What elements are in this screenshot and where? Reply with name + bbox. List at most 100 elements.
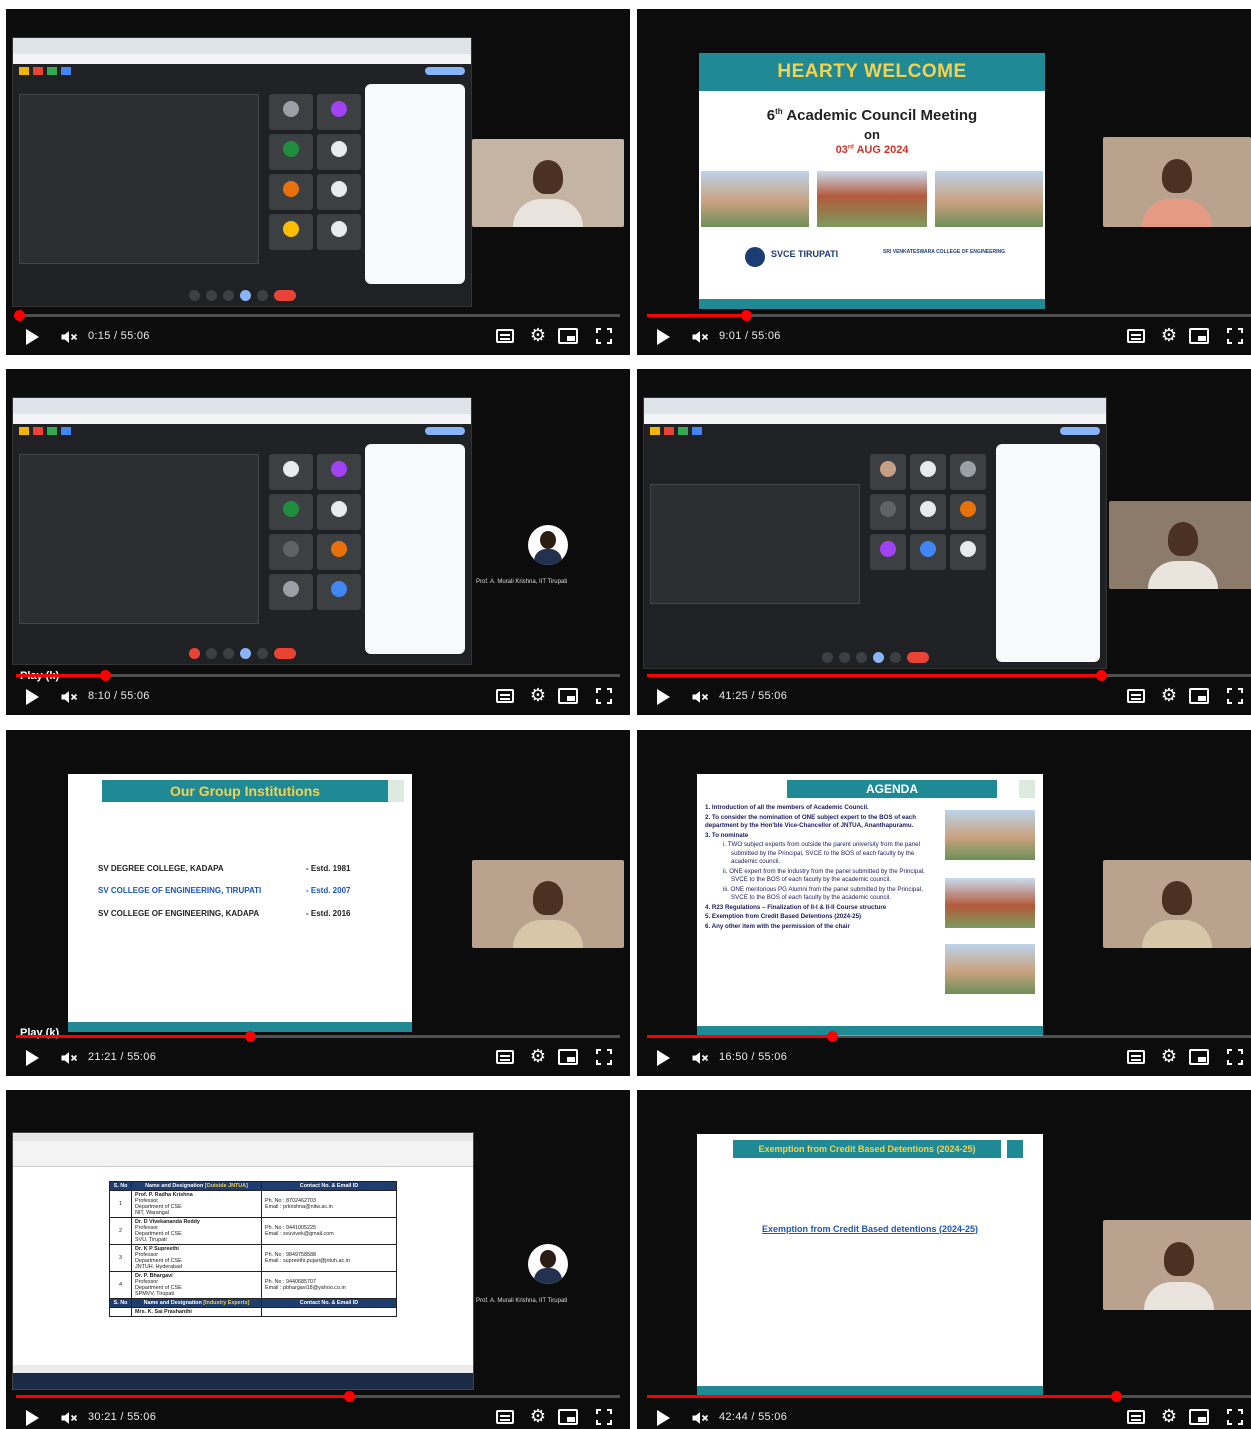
speaker-camera [1103, 137, 1251, 227]
subtitles-icon[interactable] [1127, 1050, 1145, 1064]
video-tile-5[interactable]: Our Group Institutions SV DEGREE COLLEGE… [6, 730, 630, 1076]
gear-icon[interactable]: ⚙ [1161, 686, 1177, 704]
muted-speaker-icon[interactable] [689, 327, 711, 347]
meet-toolbar [13, 284, 471, 306]
play-button[interactable] [657, 329, 670, 345]
gear-icon[interactable]: ⚙ [530, 686, 546, 704]
browser-tabs [644, 398, 1106, 414]
fullscreen-icon[interactable] [596, 1409, 612, 1425]
agenda-item: 6. Any other item with the permission of… [705, 922, 850, 930]
header-sno: S. No [109, 1181, 132, 1191]
institution-3-estd: - Estd. 2016 [306, 909, 351, 918]
participant-grid [269, 94, 361, 250]
fullscreen-icon[interactable] [1227, 1409, 1243, 1425]
subtitles-icon[interactable] [496, 329, 514, 343]
miniplayer-icon[interactable] [1189, 1409, 1209, 1425]
video-tile-2[interactable]: HEARTY WELCOME 6th Academic Council Meet… [637, 9, 1251, 355]
miniplayer-icon[interactable] [558, 328, 578, 344]
muted-speaker-icon[interactable] [58, 327, 80, 347]
agenda-subitem: i. TWO subject experts from outside the … [723, 841, 920, 865]
play-button[interactable] [26, 689, 39, 705]
slide-heading: Our Group Institutions [102, 780, 388, 802]
progress-bar[interactable] [16, 1031, 620, 1042]
play-button[interactable] [657, 1050, 670, 1066]
play-button[interactable] [26, 1050, 39, 1066]
exemption-link[interactable]: Exemption from Credit Based detentions (… [697, 1224, 1043, 1234]
meet-toolbar [644, 646, 1106, 668]
player-controls: 41:25 / 55:06 ⚙ [637, 679, 1251, 715]
time-display: 16:50 / 55:06 [719, 1051, 788, 1063]
slide-heading: Exemption from Credit Based Detentions (… [733, 1140, 1001, 1158]
video-tile-4[interactable]: 41:25 / 55:06 ⚙ [637, 369, 1251, 715]
speaker-camera [1103, 860, 1251, 948]
nested-share [19, 454, 259, 624]
fullscreen-icon[interactable] [596, 1049, 612, 1065]
progress-bar[interactable] [647, 670, 1251, 681]
agenda-slide: AGENDA 1. Introduction of all the member… [697, 774, 1043, 1036]
subtitles-icon[interactable] [1127, 329, 1145, 343]
subtitles-icon[interactable] [1127, 1410, 1145, 1424]
progress-bar[interactable] [13, 310, 620, 321]
miniplayer-icon[interactable] [558, 1409, 578, 1425]
subtitles-icon[interactable] [496, 1410, 514, 1424]
miniplayer-icon[interactable] [1189, 328, 1209, 344]
fullscreen-icon[interactable] [596, 688, 612, 704]
progress-bar[interactable] [16, 670, 620, 681]
miniplayer-icon[interactable] [558, 1049, 578, 1065]
miniplayer-icon[interactable] [558, 688, 578, 704]
fullscreen-icon[interactable] [596, 328, 612, 344]
progress-bar[interactable] [647, 310, 1251, 321]
fullscreen-icon[interactable] [1227, 688, 1243, 704]
muted-speaker-icon[interactable] [689, 1048, 711, 1068]
header-contact: Contact No. & Email ID [261, 1181, 397, 1191]
gear-icon[interactable]: ⚙ [1161, 1047, 1177, 1065]
nested-share [650, 484, 860, 604]
subtitles-icon[interactable] [1127, 689, 1145, 703]
video-tile-6[interactable]: AGENDA 1. Introduction of all the member… [637, 730, 1251, 1076]
agenda-item: 3. To nominate [705, 831, 749, 839]
document-titlebar [13, 1133, 473, 1141]
gear-icon[interactable]: ⚙ [1161, 1407, 1177, 1425]
table-row: 3 Dr. K P Supreethi Professor Department o… [109, 1244, 397, 1272]
muted-speaker-icon[interactable] [58, 1048, 80, 1068]
progress-bar[interactable] [647, 1391, 1251, 1402]
browser-tabs [13, 38, 471, 54]
subtitles-icon[interactable] [496, 1050, 514, 1064]
video-tile-8[interactable]: Exemption from Credit Based Detentions (… [637, 1090, 1251, 1429]
slide-number [1007, 1140, 1023, 1158]
fullscreen-icon[interactable] [1227, 1049, 1243, 1065]
campus-photo-3 [935, 171, 1043, 227]
gear-icon[interactable]: ⚙ [530, 1047, 546, 1065]
muted-speaker-icon[interactable] [689, 1408, 711, 1428]
play-button[interactable] [26, 1410, 39, 1426]
nested-share [19, 94, 259, 264]
toolbar-ribbon [13, 1141, 473, 1167]
meet-window [644, 424, 1106, 668]
gear-icon[interactable]: ⚙ [530, 326, 546, 344]
gear-icon[interactable]: ⚙ [530, 1407, 546, 1425]
gear-icon[interactable]: ⚙ [1161, 326, 1177, 344]
miniplayer-icon[interactable] [1189, 1049, 1209, 1065]
video-tile-3[interactable]: Play (k) Prof. A. Murali Krishna, IIT Ti… [6, 369, 630, 715]
campus-photo-3 [945, 944, 1035, 994]
muted-speaker-icon[interactable] [689, 687, 711, 707]
miniplayer-icon[interactable] [1189, 688, 1209, 704]
slide-heading: HEARTY WELCOME [699, 53, 1045, 91]
speaker-camera [472, 860, 624, 948]
muted-speaker-icon[interactable] [58, 687, 80, 707]
video-tile-7[interactable]: S. No Name and Designation [Outside JNTU… [6, 1090, 630, 1429]
progress-bar[interactable] [16, 1391, 620, 1402]
play-button[interactable] [657, 1410, 670, 1426]
people-panel [365, 444, 465, 654]
avatar [528, 1244, 568, 1284]
muted-speaker-icon[interactable] [58, 1408, 80, 1428]
progress-bar[interactable] [647, 1031, 1251, 1042]
subtitles-icon[interactable] [496, 689, 514, 703]
video-tile-1[interactable]: 0:15 / 55:06 ⚙ [6, 9, 630, 355]
fullscreen-icon[interactable] [1227, 328, 1243, 344]
header2-contact: Contact No. & Email ID [261, 1298, 397, 1308]
time-display: 21:21 / 55:06 [88, 1051, 157, 1063]
play-button[interactable] [26, 329, 39, 345]
play-button[interactable] [657, 689, 670, 705]
institution-2: SV COLLEGE OF ENGINEERING, TIRUPATI [98, 886, 262, 895]
